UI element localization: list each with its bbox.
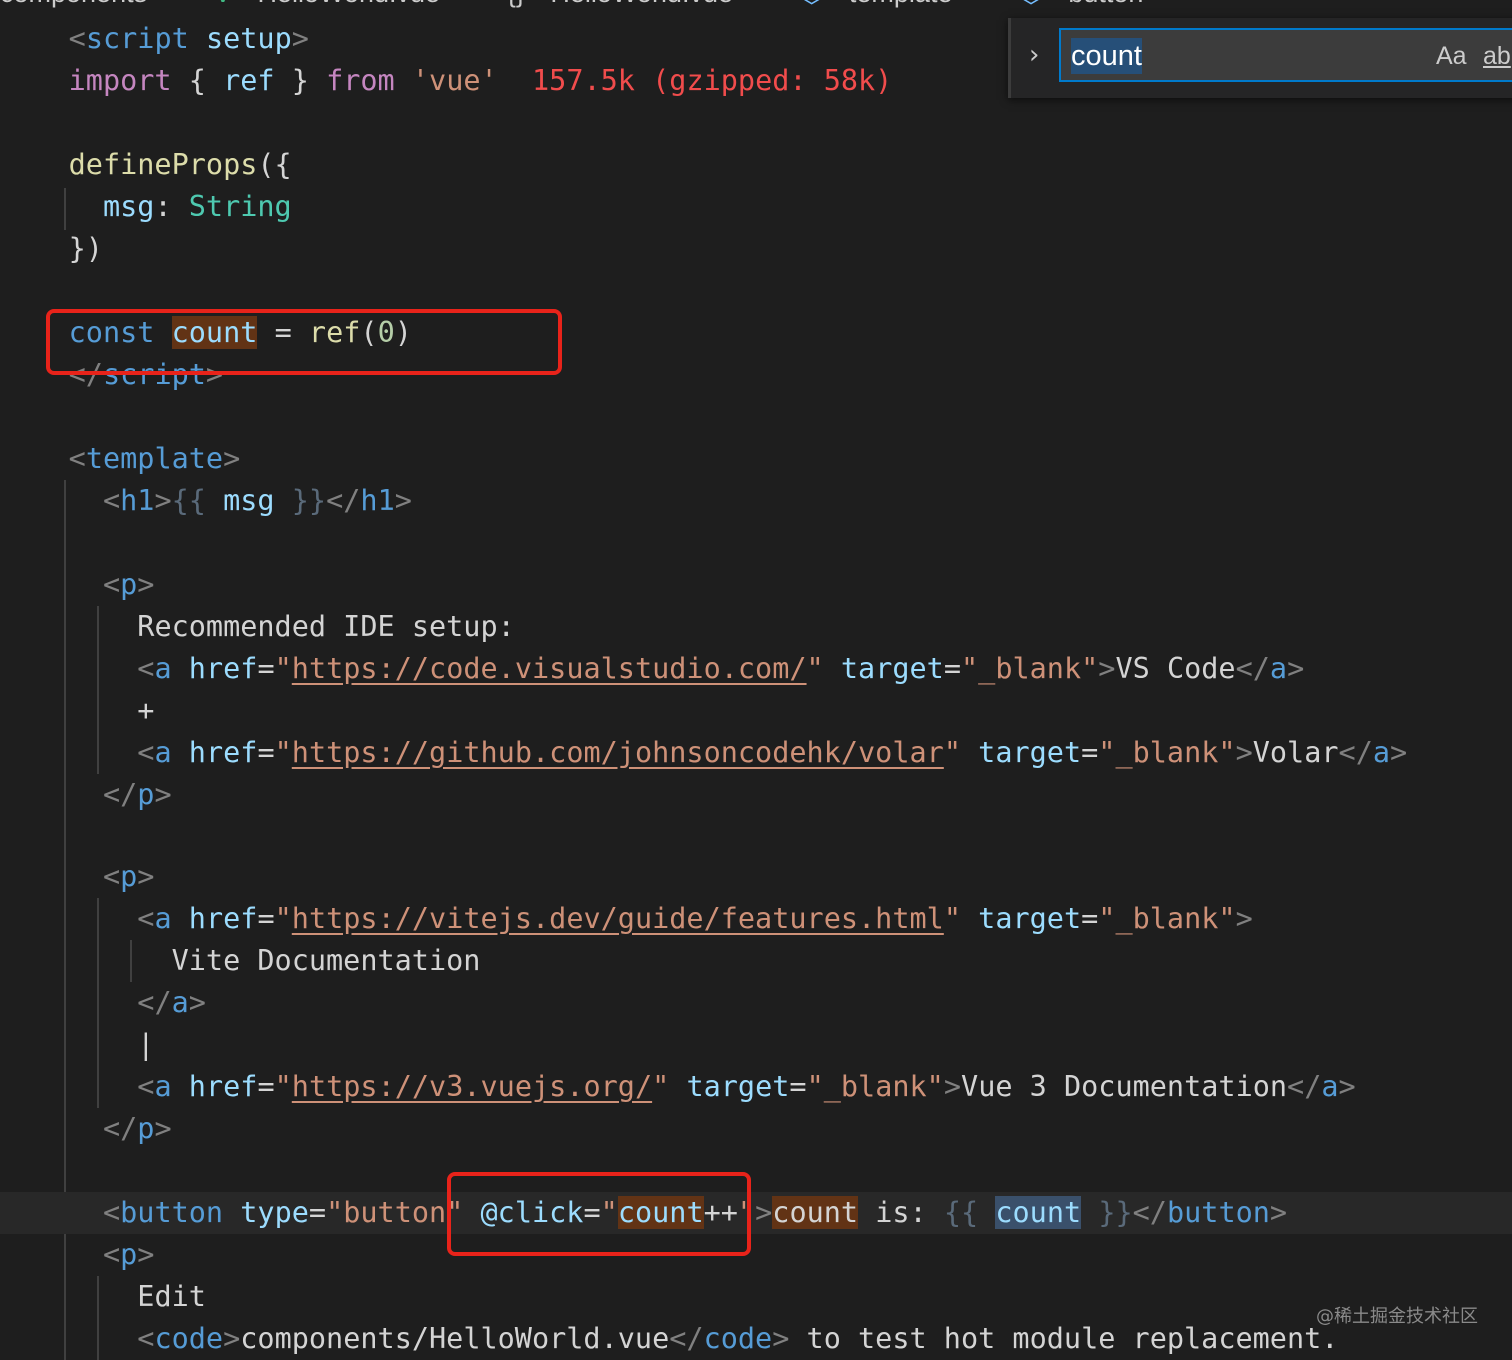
code-line[interactable]: </a> [0,982,1512,1024]
breadcrumb-item-file[interactable]: HelloWorld.vue [257,0,440,8]
chevron-right-icon: > [978,0,994,8]
link-url[interactable]: https://github.com/johnsoncodehk/volar [292,736,944,769]
code-line[interactable]: + [0,690,1512,732]
code-line[interactable]: </p> [0,1108,1512,1150]
vue-file-icon: V [214,0,232,8]
find-input[interactable]: count Aa ab [1059,28,1512,82]
cube-icon: ⬡ [1019,0,1043,8]
highlight-box-click [447,1172,751,1256]
code-line[interactable]: <a href="https://v3.vuejs.org/" target="… [0,1066,1512,1108]
code-line[interactable]: <p> [0,1234,1512,1276]
breadcrumb-item-components[interactable]: components [0,0,147,8]
chevron-right-icon: > [759,0,775,8]
chevron-right-icon: > [173,0,189,8]
braces-icon: {} [507,0,525,8]
breadcrumb: components > V HelloWorld.vue > {} Hello… [0,0,1512,16]
code-line[interactable]: msg: String [0,186,1512,228]
watermark: @稀土掘金技术社区 [1316,1306,1478,1327]
code-line[interactable]: Recommended IDE setup: [0,606,1512,648]
code-line[interactable]: | [0,1024,1512,1066]
highlight-box-const [46,309,562,375]
code-line[interactable]: <a href="https://github.com/johnsoncodeh… [0,732,1512,774]
link-url[interactable]: https://code.visualstudio.com/ [292,652,807,685]
code-line[interactable]: <h1>{{ msg }}</h1> [0,480,1512,522]
find-widget: › count Aa ab [1008,18,1512,98]
find-query[interactable]: count [1071,38,1142,74]
code-line[interactable]: </p> [0,774,1512,816]
import-cost-hint: 157.5k (gzipped: 58k) [532,64,893,97]
link-url[interactable]: https://v3.vuejs.org/ [292,1070,652,1103]
code-line-current[interactable]: <button type="button" @click="count++">c… [0,1192,1512,1234]
code-line[interactable]: <p> [0,856,1512,898]
code-line[interactable]: <code>components/HelloWorld.vue</code> t… [0,1318,1512,1360]
link-url[interactable]: https://vitejs.dev/guide/features.html [292,902,944,935]
breadcrumb-item-button[interactable]: button [1068,0,1143,8]
breadcrumb-item-module[interactable]: HelloWorld.vue [550,0,733,8]
breadcrumb-item-template[interactable]: template [849,0,953,8]
code-line[interactable]: Vite Documentation [0,940,1512,982]
search-match-current: count [995,1196,1082,1229]
code-line[interactable]: defineProps({ [0,144,1512,186]
code-line[interactable]: <a href="https://vitejs.dev/guide/featur… [0,898,1512,940]
match-case-toggle[interactable]: Aa [1436,42,1467,71]
code-line[interactable]: <a href="https://code.visualstudio.com/"… [0,648,1512,690]
whole-word-toggle[interactable]: ab [1483,42,1511,71]
chevron-right-icon: > [466,0,482,8]
cube-icon: ⬡ [800,0,824,8]
chevron-right-icon[interactable]: › [1029,40,1053,70]
search-match: count [772,1196,859,1229]
code-line[interactable]: }) [0,228,1512,270]
code-line[interactable]: Edit [0,1276,1512,1318]
code-line[interactable]: <template> [0,438,1512,480]
code-line[interactable]: <p> [0,564,1512,606]
